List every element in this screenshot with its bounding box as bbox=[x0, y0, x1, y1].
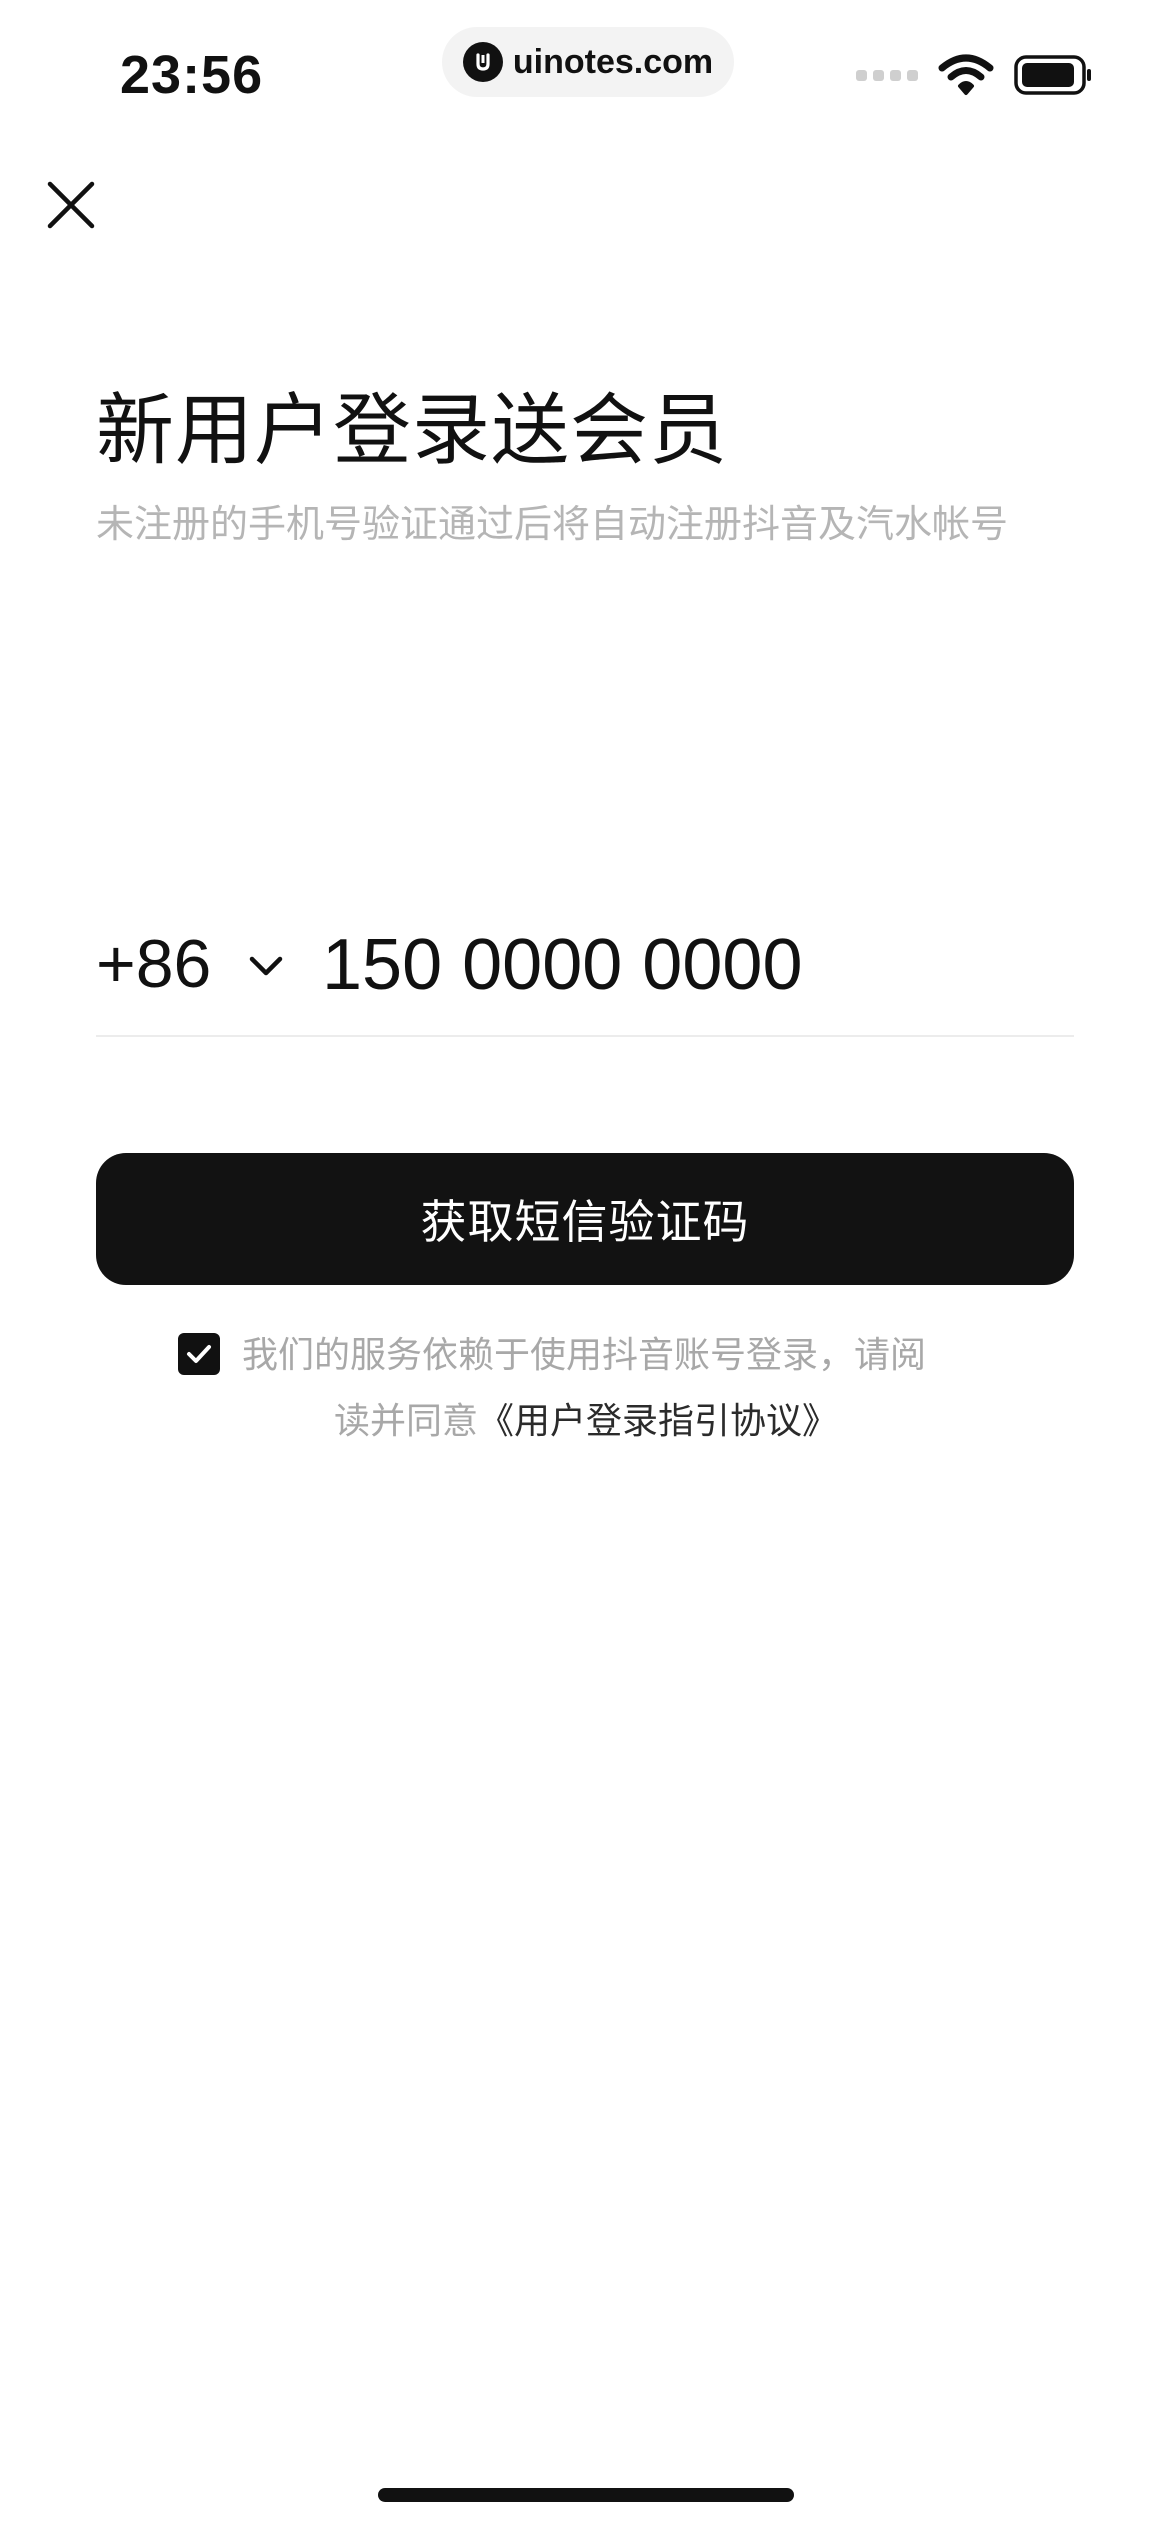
page-title: 新用户登录送会员 bbox=[96, 386, 729, 476]
phone-number-input[interactable] bbox=[322, 915, 1062, 1015]
wifi-icon bbox=[938, 54, 994, 95]
status-bar: 23:56 uinotes.com bbox=[0, 0, 1170, 130]
site-logo-icon bbox=[462, 42, 503, 82]
agreement-text-prefix: 读并同意 bbox=[334, 1401, 479, 1442]
agreement-text-line2: 读并同意《用户登录指引协议》 bbox=[334, 1392, 838, 1444]
country-code: +86 bbox=[96, 926, 212, 1002]
home-indicator bbox=[378, 2488, 794, 2502]
phone-input-row: +86 bbox=[96, 905, 1074, 1037]
chevron-down-icon bbox=[249, 956, 283, 976]
agreement-text-line1: 我们的服务依赖于使用抖音账号登录，请阅 bbox=[242, 1335, 927, 1376]
get-sms-code-button[interactable]: 获取短信验证码 bbox=[96, 1153, 1074, 1285]
checkmark-icon bbox=[187, 1345, 211, 1363]
agreement-checkbox[interactable] bbox=[178, 1333, 220, 1375]
site-badge-text: uinotes.com bbox=[512, 42, 714, 81]
battery-icon bbox=[1014, 55, 1091, 95]
status-icons bbox=[856, 54, 1094, 96]
close-icon bbox=[47, 181, 95, 229]
user-login-agreement-link[interactable]: 《用户登录指引协议》 bbox=[478, 1401, 838, 1442]
close-button[interactable] bbox=[46, 180, 96, 230]
page-subtitle: 未注册的手机号验证通过后将自动注册抖音及汽水帐号 bbox=[96, 502, 1009, 546]
status-time: 23:56 bbox=[120, 45, 264, 105]
site-badge: uinotes.com bbox=[442, 27, 734, 97]
cellular-signal-icon bbox=[856, 69, 918, 81]
